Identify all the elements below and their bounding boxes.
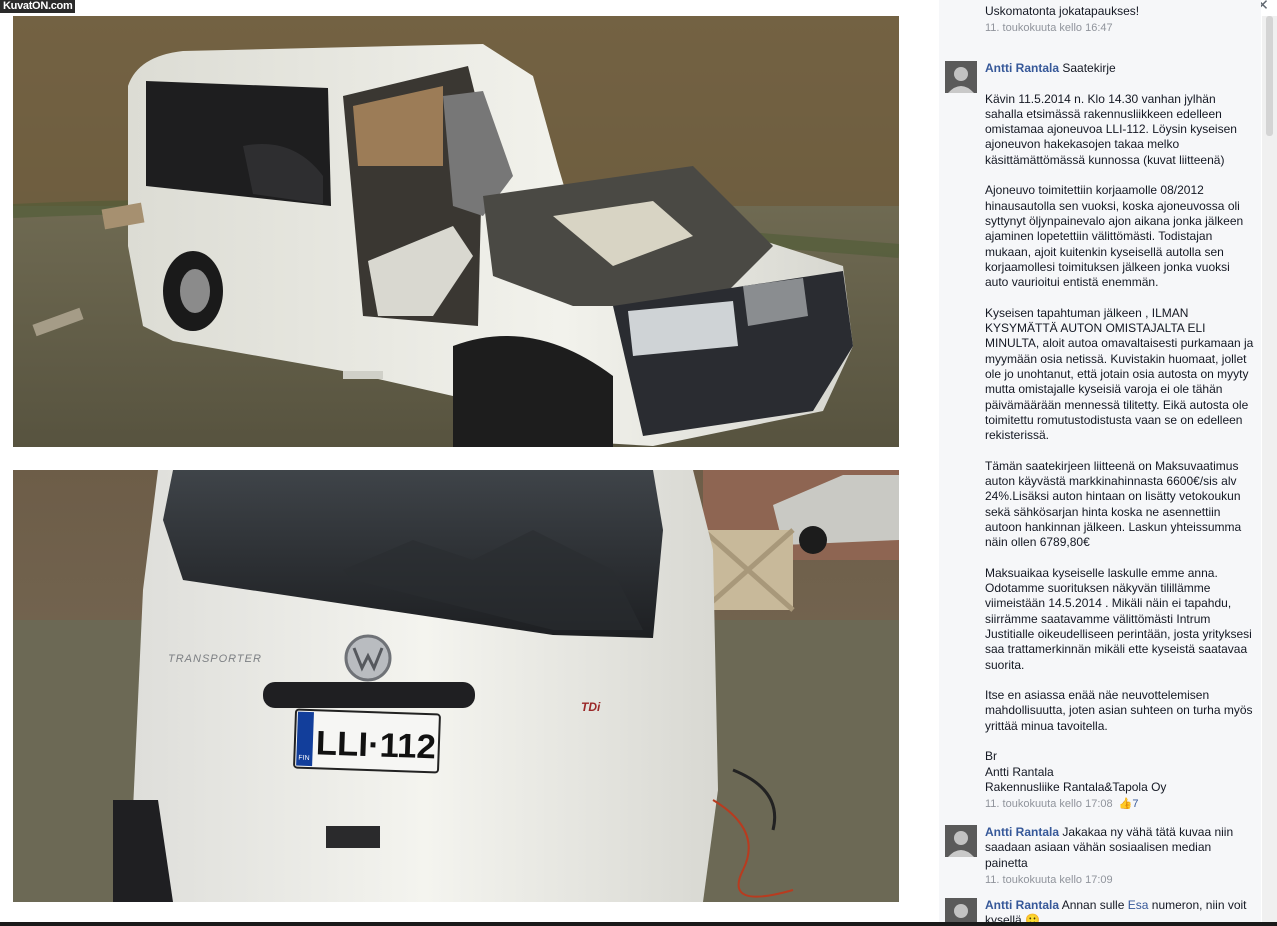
comment-text: Uskomatonta jokatapaukses!	[985, 4, 1140, 18]
comment-author[interactable]: Antti Rantala	[985, 825, 1059, 839]
comment-timestamp[interactable]: 11. toukokuuta kello 17:08	[985, 798, 1113, 810]
scrollbar[interactable]	[1262, 16, 1277, 926]
like-count[interactable]: 👍7	[1119, 798, 1139, 810]
plate-country: FIN	[298, 755, 310, 762]
comment-timestamp[interactable]: 11. toukokuuta kello 17:09	[985, 874, 1113, 886]
comments-panel: Uskomatonta jokatapaukses! 11. toukokuut…	[939, 0, 1261, 926]
trim-badge: TDi	[581, 700, 601, 714]
model-badge: TRANSPORTER	[168, 653, 262, 665]
comment-timestamp[interactable]: 11. toukokuuta kello 16:47	[985, 22, 1113, 34]
comment-text: Saatekirje Kävin 11.5.2014 n. Klo 14.30 …	[985, 61, 1254, 794]
scrollbar-thumb[interactable]	[1266, 16, 1273, 136]
mention-link[interactable]: Esa	[1128, 898, 1149, 912]
comment-author[interactable]: Antti Rantala	[985, 61, 1059, 75]
photo-van-rear[interactable]: TRANSPORTER TDi FIN LLI·112	[13, 470, 899, 902]
comment-author[interactable]: Antti Rantala	[985, 898, 1059, 912]
comment-text: Annan sulle	[1061, 898, 1125, 912]
license-plate: LLI·112	[315, 724, 436, 766]
bottom-divider	[0, 922, 1277, 926]
photo-van-front[interactable]	[13, 16, 899, 447]
avatar[interactable]	[945, 61, 977, 93]
watermark-logo: KuvatON.com	[0, 0, 76, 13]
avatar[interactable]	[945, 825, 977, 857]
